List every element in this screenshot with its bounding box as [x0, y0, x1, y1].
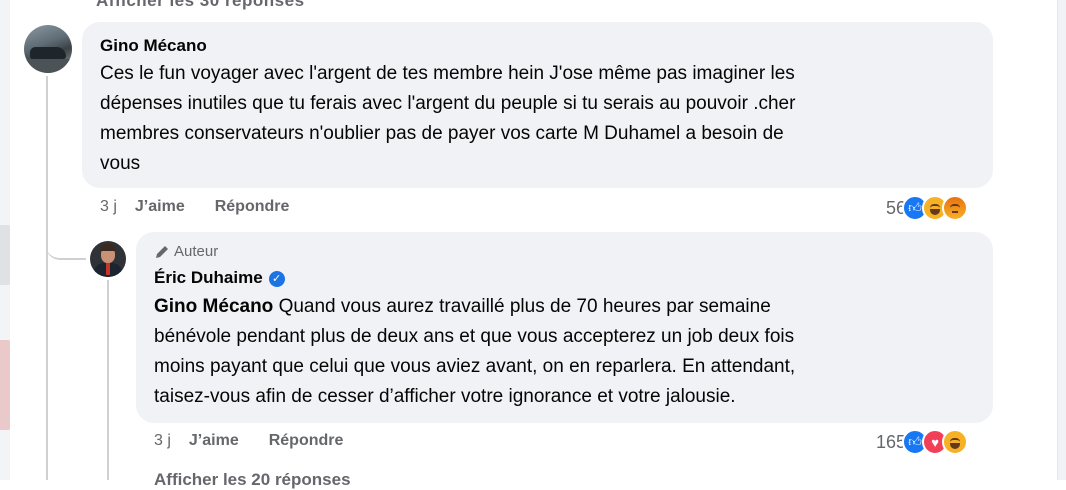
like-button[interactable]: J’aime: [135, 198, 185, 216]
thread-line-reply: [107, 280, 109, 480]
reply-line: moins payant que celui que vous aviez av…: [154, 356, 796, 377]
mention-link[interactable]: Gino Mécano: [154, 296, 273, 317]
reply-actions: 3 j J’aime Répondre: [154, 432, 373, 450]
reply-line: bénévole pendant plus de deux ans et que…: [154, 326, 795, 347]
thread-connector: [46, 232, 86, 260]
comment-line: vous: [100, 153, 141, 174]
reply-button[interactable]: Répondre: [269, 432, 344, 450]
comment-line: membres conservateurs n'oublier pas de p…: [100, 123, 784, 144]
reply-line: Quand vous aurez travaillé plus de 70 he…: [273, 296, 771, 317]
like-button[interactable]: J’aime: [189, 432, 239, 450]
truncated-reply-link-bottom[interactable]: Afficher les 20 réponses: [154, 470, 351, 490]
comment-line: dépenses inutiles que tu ferais avec l'a…: [100, 93, 796, 114]
reply-line: taisez-vous afin de cesser d’afficher vo…: [154, 386, 736, 407]
scrollbar-track[interactable]: [1057, 0, 1066, 480]
haha-icon: [942, 429, 969, 455]
avatar[interactable]: [24, 25, 72, 73]
reply-button[interactable]: Répondre: [215, 198, 290, 216]
reply-text: Gino Mécano Quand vous aurez travaillé p…: [154, 292, 984, 412]
comment-actions: 3 j J’aime Répondre: [100, 198, 319, 216]
reply-author[interactable]: Éric Duhaime ✓: [154, 268, 285, 288]
author-badge-label: Auteur: [174, 243, 219, 260]
thread-line: [46, 76, 48, 480]
reply-author-name[interactable]: Éric Duhaime: [154, 268, 263, 287]
truncated-reply-link-top[interactable]: Afficher les 30 réponses: [96, 0, 305, 11]
comment-timestamp[interactable]: 3 j: [100, 198, 117, 216]
reply-timestamp[interactable]: 3 j: [154, 432, 171, 450]
author-badge: Auteur: [154, 243, 218, 260]
reaction-summary[interactable]: 56 👍︎: [886, 195, 969, 221]
left-page-edge: [0, 0, 10, 480]
angry-icon: [942, 195, 969, 221]
avatar[interactable]: [90, 241, 126, 277]
verified-badge-icon: ✓: [268, 271, 285, 287]
comment-text: Ces le fun voyager avec l'argent de tes …: [100, 59, 980, 179]
comment-author[interactable]: Gino Mécano: [100, 36, 207, 56]
pencil-icon: [156, 245, 168, 258]
comment-line: Ces le fun voyager avec l'argent de tes …: [100, 63, 795, 84]
reaction-summary[interactable]: 165 👍︎ ♥: [876, 429, 969, 455]
